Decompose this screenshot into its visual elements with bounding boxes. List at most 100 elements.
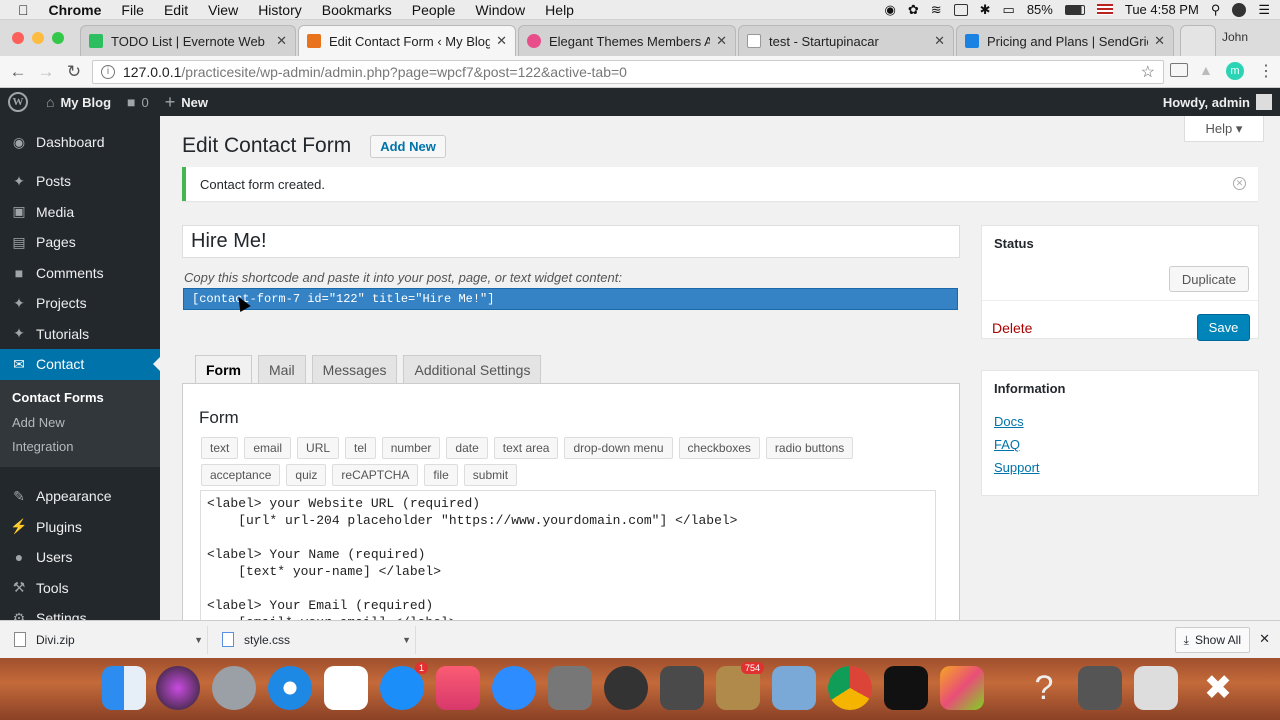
comments-link[interactable]: ■ 0 [127,94,149,110]
menu-bookmarks[interactable]: Bookmarks [322,2,392,18]
bookmark-star-icon[interactable]: ☆ [1141,62,1155,82]
close-downloads-icon[interactable]: ✕ [1259,631,1270,647]
site-name-link[interactable]: ⌂ My Blog [46,94,111,110]
help-tab-button[interactable]: Help ▾ [1184,116,1264,142]
tag-acceptance-button[interactable]: acceptance [201,464,281,486]
submenu-contact-forms[interactable]: Contact Forms [0,386,160,411]
mail-icon[interactable]: 754 [716,662,764,710]
zoom-icon[interactable] [492,666,536,710]
browser-tab[interactable]: Elegant Themes Members A ✕ [518,25,736,56]
app-icon[interactable] [940,666,984,710]
itunes-icon[interactable] [436,666,480,710]
google-apps-icon[interactable] [324,666,368,710]
faq-link[interactable]: FAQ [994,437,1246,452]
tag-date-button[interactable]: date [446,437,488,459]
add-new-button[interactable]: Add New [370,135,446,158]
forward-icon[interactable]: → [32,62,60,82]
close-tab-icon[interactable]: ✕ [276,33,287,49]
battery-label[interactable]: 85% [1027,2,1053,17]
tag-file-button[interactable]: file [424,464,458,486]
tag-radio-button[interactable]: radio buttons [765,437,854,459]
bluetooth-icon[interactable]: ✱ [980,2,991,18]
tag-text-button[interactable]: text [201,437,239,459]
sidebar-item-tools[interactable]: ⚒ Tools [0,573,160,604]
help-icon[interactable]: ? [1022,666,1066,710]
browser-tab[interactable]: test - Startupinacar ✕ [738,25,954,56]
support-link[interactable]: Support [994,460,1246,475]
form-title-input[interactable]: Hire Me! [182,225,960,258]
tag-quiz-button[interactable]: quiz [286,464,327,486]
wifi-icon[interactable]: ≋ [931,2,942,18]
close-tab-icon[interactable]: ✕ [496,33,507,49]
profile-name[interactable]: John [1222,30,1248,44]
record-icon[interactable]: ◉ [884,2,895,18]
sidebar-item-plugins[interactable]: ⚡ Plugins [0,512,160,543]
sidebar-item-contact[interactable]: ✉ Contact [0,349,160,380]
new-tab-button[interactable] [1180,25,1216,56]
menu-view[interactable]: View [208,2,238,18]
chevron-down-icon[interactable]: ▼ [194,635,203,645]
sidebar-item-projects[interactable]: ✦ Projects [0,288,160,319]
minimize-window-icon[interactable] [32,32,44,44]
close-tab-icon[interactable]: ✕ [1154,33,1165,49]
apple-menu-icon[interactable]:  [18,2,29,18]
download-item[interactable]: style.css ▼ [216,625,416,654]
menu-history[interactable]: History [258,2,302,18]
evernote-icon[interactable]: ✿ [908,2,919,18]
tag-recaptcha-button[interactable]: reCAPTCHA [332,464,419,486]
submenu-integration[interactable]: Integration [0,435,160,460]
menu-edit[interactable]: Edit [164,2,188,18]
browser-tab[interactable]: Pricing and Plans | SendGrid ✕ [956,25,1174,56]
address-bar[interactable]: i 127.0.0.1/practicesite/wp-admin/admin.… [92,60,1164,84]
browser-tab-active[interactable]: Edit Contact Form ‹ My Blog ✕ [298,25,516,56]
window-icon[interactable] [953,3,968,16]
airplay-icon[interactable]: ▭ [1003,2,1015,18]
download-item[interactable]: Divi.zip ▼ [8,625,208,654]
sidebar-item-posts[interactable]: ✦ Posts [0,166,160,197]
menu-window[interactable]: Window [475,2,525,18]
menu-file[interactable]: File [121,2,144,18]
trash-icon[interactable] [1134,666,1178,710]
menu-app-name[interactable]: Chrome [49,2,102,18]
preview-icon[interactable] [772,666,816,710]
sidebar-item-media[interactable]: ▣ Media [0,197,160,228]
sidebar-item-comments[interactable]: ■ Comments [0,258,160,289]
cast-icon[interactable] [1170,63,1188,77]
tag-dropdown-button[interactable]: drop-down menu [564,437,673,459]
sidebar-item-dashboard[interactable]: ◉ Dashboard [0,126,160,158]
tab-messages[interactable]: Messages [311,355,398,383]
folder-stack-icon[interactable] [1078,666,1122,710]
tag-tel-button[interactable]: tel [345,437,376,459]
tab-form[interactable]: Form [195,355,252,384]
info-icon[interactable]: i [101,65,115,79]
close-window-icon[interactable] [12,32,24,44]
flag-icon[interactable] [1096,4,1113,15]
siri-dock-icon[interactable] [156,666,200,710]
back-icon[interactable]: ← [4,62,32,82]
sidebar-item-pages[interactable]: ▤ Pages [0,227,160,258]
clock[interactable]: Tue 4:58 PM [1125,2,1199,17]
notification-center-icon[interactable]: ☰ [1258,2,1270,18]
chrome-menu-icon[interactable]: ⋮ [1258,61,1274,81]
sidebar-item-appearance[interactable]: ✎ Appearance [0,481,160,512]
tab-additional-settings[interactable]: Additional Settings [403,355,542,383]
tab-mail[interactable]: Mail [258,355,306,383]
safari-icon[interactable] [268,666,312,710]
extension-m-icon[interactable]: m [1226,62,1244,80]
system-preferences-icon[interactable] [548,666,592,710]
menu-help[interactable]: Help [545,2,574,18]
show-all-downloads-button[interactable]: ⤓ Show All [1174,627,1250,653]
dismiss-icon[interactable]: ✕ [1233,177,1246,190]
menu-people[interactable]: People [412,2,456,18]
tag-email-button[interactable]: email [244,437,292,459]
tag-checkboxes-button[interactable]: checkboxes [678,437,760,459]
app-store-icon[interactable]: 1 [380,662,428,710]
sidebar-item-tutorials[interactable]: ✦ Tutorials [0,319,160,350]
finder-icon[interactable] [102,666,146,710]
sidebar-item-users[interactable]: ● Users [0,542,160,573]
zoom-window-icon[interactable] [52,32,64,44]
close-tab-icon[interactable]: ✕ [934,33,945,49]
extension-icon[interactable]: ▲ [1199,62,1213,78]
shortcode-field[interactable]: [contact-form-7 id="122" title="Hire Me!… [183,288,958,310]
tag-number-button[interactable]: number [381,437,441,459]
